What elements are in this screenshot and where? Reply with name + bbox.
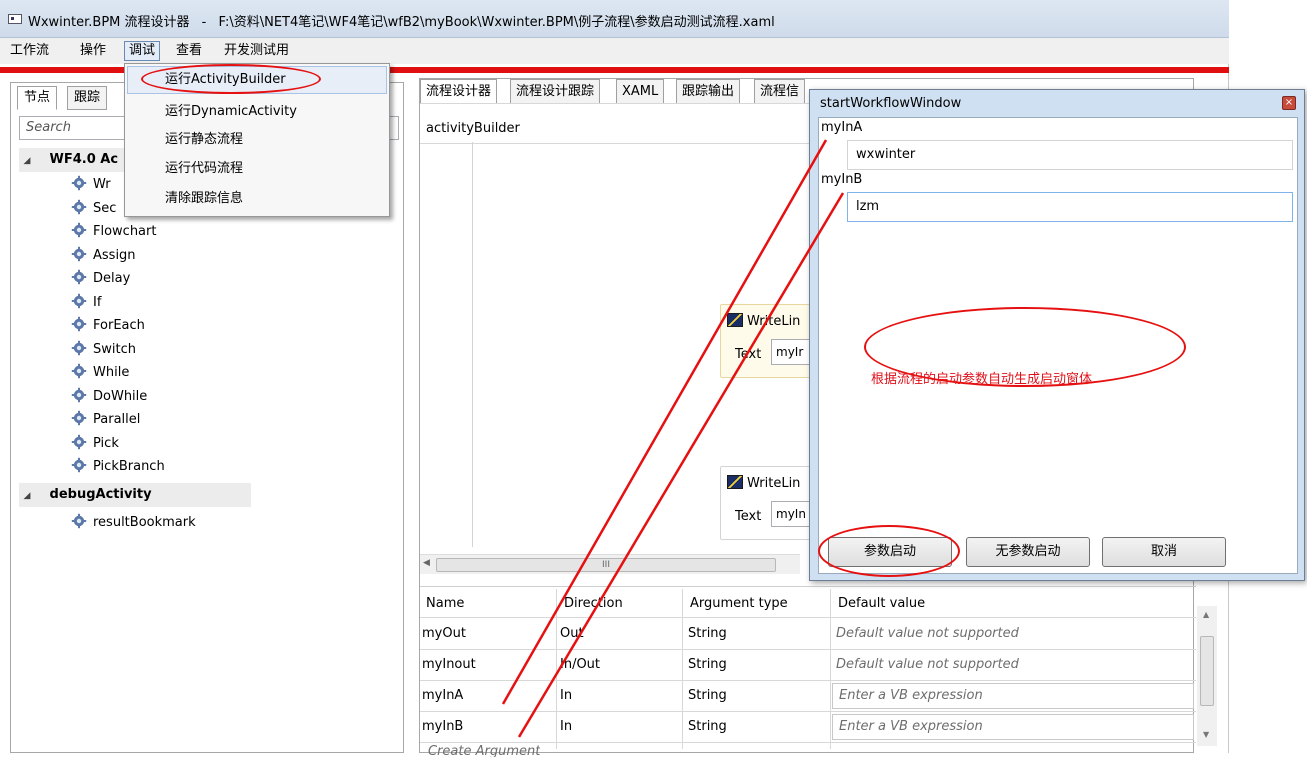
annotation-line-myina: [501, 139, 828, 705]
annotation-lines: [501, 139, 845, 738]
annotation-line-myinb: [517, 192, 845, 738]
